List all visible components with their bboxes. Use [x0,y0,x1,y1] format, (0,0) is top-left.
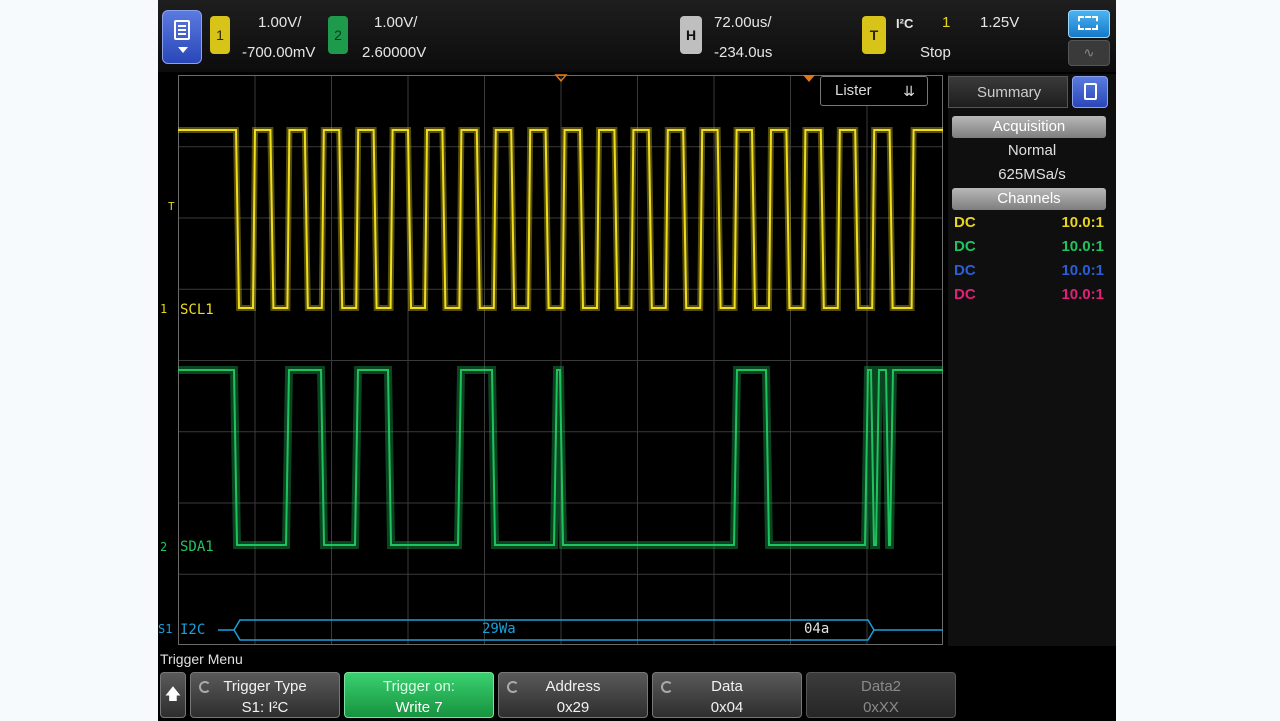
oscilloscope-screen: 1 1.00V/ -700.00mV 2 1.00V/ 2.60000V H 7… [158,0,1116,721]
tab-summary[interactable]: Summary [948,76,1068,108]
sda-label: SDA1 [180,539,214,555]
lister-button[interactable]: Lister ⇊ [820,76,928,106]
softkey-value: Write 7 [395,699,443,716]
softkey-label: Data [711,678,743,695]
coupling: DC [954,214,976,231]
i2c-bus-decode [218,619,943,641]
menu-title: Trigger Menu [160,651,243,667]
coupling: DC [954,262,976,279]
softkey-label: Data2 [860,678,902,695]
softkey-value: 0x04 [710,699,744,716]
softkey-label: Address [545,678,601,695]
coupling: DC [954,238,976,255]
probe-ratio: 10.0:1 [1061,214,1104,231]
up-arrow-icon: 🡅 [164,686,182,703]
softkey-trigger-type[interactable]: Trigger Type S1: I²C [190,672,340,718]
softkey-data[interactable]: Data 0x04 [652,672,802,718]
sda-waveform-glow [178,366,943,549]
coupling: DC [954,286,976,303]
softkey-data2[interactable]: Data2 0xXX [806,672,956,718]
probe-ratio: 10.0:1 [1061,262,1104,279]
softkey-trigger-on[interactable]: Trigger on: Write 7 [344,672,494,718]
sda-ground-marker: 2 [160,540,168,554]
trigger-level-marker: T [168,200,175,213]
menu-up-button[interactable]: 🡅 [160,672,186,718]
softkey-value: 0xXX [863,699,899,716]
acquisition-header[interactable]: Acquisition [952,116,1106,138]
summary-panel: Summary Acquisition Normal 625MSa/s Chan… [948,74,1116,646]
probe-ratio: 10.0:1 [1061,286,1104,303]
scl-waveform-glow [178,127,943,311]
document-icon [1084,83,1097,100]
bus-packet-data: 04a [804,621,830,637]
scl-ground-marker: 1 [160,302,168,316]
sample-rate: 625MSa/s [998,166,1066,183]
bus-packet-1 [233,619,875,641]
lister-label: Lister [835,82,872,99]
double-chevron-down-icon: ⇊ [903,83,915,99]
softkey-label: Trigger Type [223,678,307,695]
softkey-value: S1: I²C [241,699,289,716]
softkey-value: 0x29 [556,699,590,716]
panel-menu-button[interactable] [1072,76,1108,108]
scl-label: SCL1 [180,302,214,318]
bus-packet-address: 29Wa [482,621,516,637]
channels-header[interactable]: Channels [952,188,1106,210]
probe-ratio: 10.0:1 [1061,238,1104,255]
time-reference-marker [554,74,568,83]
softkey-address[interactable]: Address 0x29 [498,672,648,718]
tab-summary-label: Summary [977,84,1042,101]
serial-bus-label: I2C [180,622,206,638]
softkey-label: Trigger on: [383,678,455,695]
trigger-position-marker [803,75,815,82]
acquisition-mode: Normal [1007,142,1057,159]
serial-marker: S1 [158,622,173,636]
